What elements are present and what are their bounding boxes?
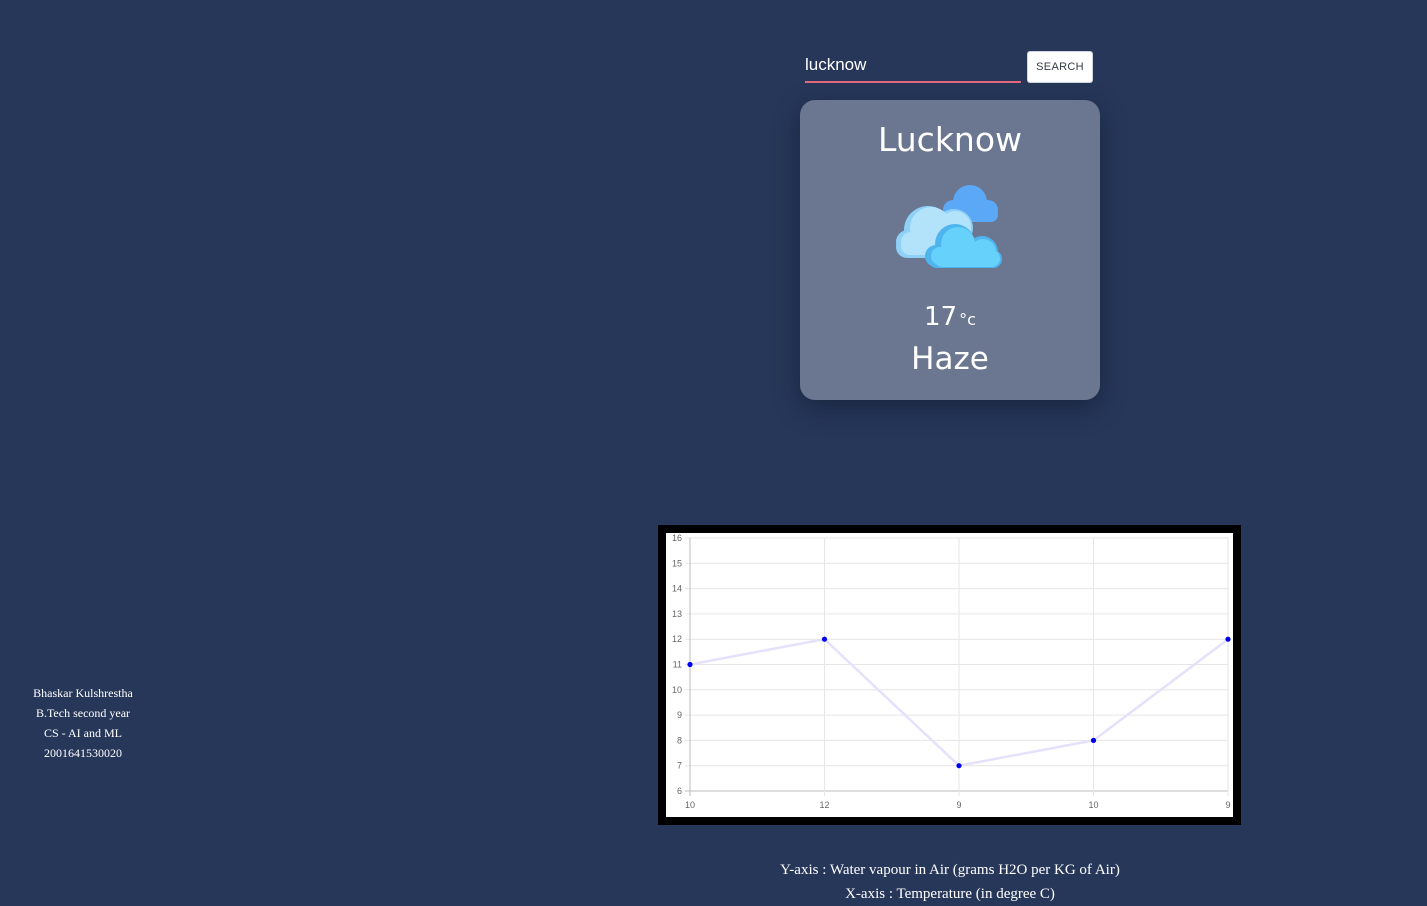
y-tick-label: 10 (672, 685, 682, 695)
weather-condition: Haze (911, 341, 989, 377)
city-name: Lucknow (877, 120, 1023, 159)
y-tick-label: 11 (673, 660, 682, 670)
x-axis-caption: X-axis : Temperature (in degree C) (845, 886, 1055, 902)
y-tick-label: 15 (672, 558, 682, 568)
author-info: Bhaskar Kulshrestha B.Tech second year C… (8, 683, 158, 763)
chart-canvas: 6 7 8 9 10 11 12 13 14 15 16 10 12 9 10 9 (666, 533, 1233, 817)
temperature-value: 17 (924, 302, 958, 332)
author-course: B.Tech second year (35, 706, 131, 720)
data-point (821, 636, 828, 642)
y-tick-label: 7 (677, 761, 682, 771)
temperature: 17 °c (800, 300, 1100, 337)
author-branch: CS - AI and ML (44, 726, 122, 740)
x-tick-label: 9 (1225, 800, 1230, 810)
temperature-unit: °c (959, 310, 976, 329)
data-point (956, 763, 962, 769)
chart-frame: 6 7 8 9 10 11 12 13 14 15 16 10 12 9 10 9 (658, 525, 1241, 825)
x-tick-label: 12 (819, 800, 829, 810)
clouds-icon (892, 180, 1008, 276)
y-tick-label: 8 (677, 735, 682, 745)
line-chart: 6 7 8 9 10 11 12 13 14 15 16 10 12 9 10 9 (672, 533, 1231, 810)
author-roll: 2001641530020 (44, 746, 122, 760)
search-button[interactable]: SEARCH (1027, 51, 1093, 83)
x-tick-label: 9 (956, 800, 961, 810)
x-tick-label: 10 (1088, 800, 1098, 810)
y-axis-caption: Y-axis : Water vapour in Air (grams H2O … (780, 862, 1120, 878)
y-tick-label: 9 (677, 710, 682, 720)
y-tick-label: 13 (672, 609, 682, 619)
y-tick-label: 12 (672, 634, 682, 644)
search-input[interactable] (805, 48, 1021, 83)
data-point (687, 661, 693, 668)
y-tick-label: 14 (672, 584, 682, 594)
y-tick-label: 6 (677, 786, 682, 796)
data-point (1090, 737, 1097, 743)
author-name: Bhaskar Kulshrestha (33, 686, 133, 700)
weather-card: Lucknow 17 °c Haze (800, 100, 1100, 400)
data-point (1225, 636, 1231, 642)
page: SEARCH Lucknow (0, 0, 1427, 906)
x-tick-label: 10 (685, 800, 695, 810)
y-tick-label: 16 (672, 533, 682, 543)
